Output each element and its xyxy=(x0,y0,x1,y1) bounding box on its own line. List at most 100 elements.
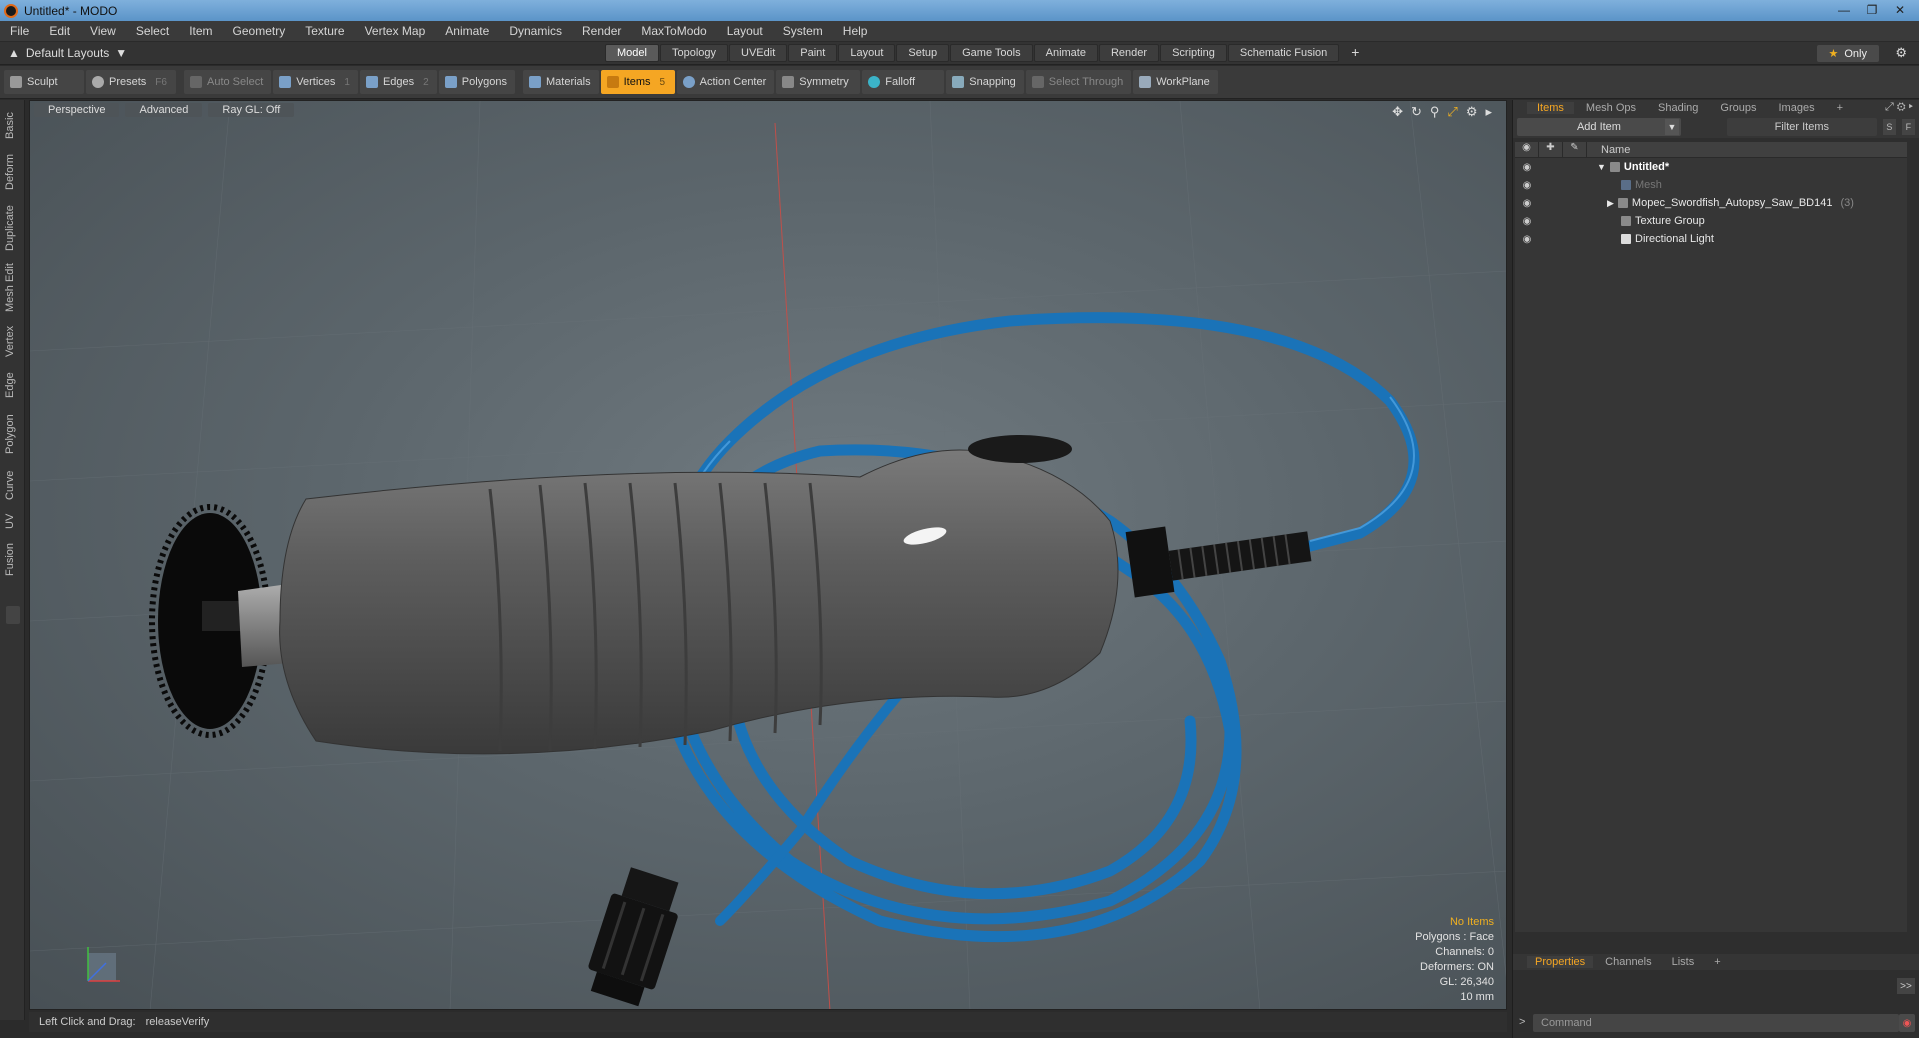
menu-file[interactable]: File xyxy=(0,24,39,38)
tree-row-texture-group[interactable]: ◉ Texture Group xyxy=(1515,212,1907,230)
select-through-button[interactable]: Select Through xyxy=(1025,70,1132,94)
pan-icon[interactable]: ✥ xyxy=(1392,104,1403,120)
layout-select[interactable]: ▲ Default Layouts ▼ xyxy=(8,46,168,60)
menu-item[interactable]: Item xyxy=(179,24,222,38)
tab-game-tools[interactable]: Game Tools xyxy=(950,44,1033,62)
menu-maxtomodo[interactable]: MaxToModo xyxy=(631,24,716,38)
workplane-button[interactable]: WorkPlane xyxy=(1133,70,1218,94)
tree-row-untitled[interactable]: ◉ ▼ Untitled* xyxy=(1515,158,1907,176)
lock-column-icon[interactable]: ✚ xyxy=(1539,141,1563,158)
add-bottom-tab-icon[interactable]: + xyxy=(1706,956,1728,968)
vtab-basic[interactable]: Basic xyxy=(4,106,20,146)
polygons-button[interactable]: Polygons xyxy=(438,70,515,94)
expand-arrow-icon[interactable]: ▼ xyxy=(1597,162,1606,172)
filter-f-button[interactable]: F xyxy=(1901,119,1915,135)
vertices-button[interactable]: Vertices 1 xyxy=(273,70,358,94)
tab-channels[interactable]: Channels xyxy=(1597,956,1659,968)
rotate-icon[interactable]: ↻ xyxy=(1411,104,1422,120)
menu-layout[interactable]: Layout xyxy=(717,24,773,38)
tab-animate[interactable]: Animate xyxy=(1033,44,1098,62)
vtab-fusion[interactable]: Fusion xyxy=(4,536,20,582)
viewport-gear-icon[interactable]: ⚙ xyxy=(1466,104,1478,120)
vtab-uv[interactable]: UV xyxy=(4,508,20,534)
tree-row-mopec[interactable]: ◉ ▶ Mopec_Swordfish_Autopsy_Saw_BD141 (3) xyxy=(1515,194,1907,212)
tab-paint[interactable]: Paint xyxy=(788,44,838,62)
raygl-button[interactable]: Ray GL: Off xyxy=(208,103,295,117)
menu-edit[interactable]: Edit xyxy=(39,24,80,38)
3d-viewport[interactable]: Perspective Advanced Ray GL: Off ✥ ↻ ⚲ ⤢… xyxy=(29,100,1507,1010)
vtab-edge[interactable]: Edge xyxy=(4,366,20,404)
auto-select-button[interactable]: Auto Select xyxy=(184,70,272,94)
symmetry-button[interactable]: Symmetry xyxy=(776,70,861,94)
menu-view[interactable]: View xyxy=(80,24,126,38)
expand-arrow-button[interactable]: >> xyxy=(1897,978,1915,994)
add-panel-tab-icon[interactable]: + xyxy=(1827,102,1853,114)
minimize-icon[interactable]: — xyxy=(1831,1,1857,18)
render-column-icon[interactable]: ✎ xyxy=(1563,141,1587,158)
action-center-button[interactable]: Action Center xyxy=(676,70,775,94)
tree-row-directional-light[interactable]: ◉ Directional Light xyxy=(1515,230,1907,248)
menu-geometry[interactable]: Geometry xyxy=(223,24,296,38)
eye-icon[interactable]: ◉ xyxy=(1515,180,1539,191)
tab-layout[interactable]: Layout xyxy=(838,44,896,62)
close-icon[interactable]: ✕ xyxy=(1887,1,1913,18)
command-input[interactable]: Command xyxy=(1533,1014,1899,1032)
tab-schematic-fusion[interactable]: Schematic Fusion xyxy=(1227,44,1340,62)
falloff-button[interactable]: Falloff xyxy=(862,70,945,94)
expand-arrow-icon[interactable]: ▶ xyxy=(1607,198,1614,209)
strip-toggle-button[interactable] xyxy=(6,606,20,624)
eye-icon[interactable]: ◉ xyxy=(1515,198,1539,209)
maximize-icon[interactable]: ❐ xyxy=(1859,1,1885,18)
tab-setup[interactable]: Setup xyxy=(896,44,950,62)
chevron-down-icon[interactable]: ▼ xyxy=(1664,119,1679,135)
tab-render[interactable]: Render xyxy=(1098,44,1160,62)
vtab-deform[interactable]: Deform xyxy=(4,148,20,196)
tab-items[interactable]: Items xyxy=(1527,102,1574,114)
tab-uvedit[interactable]: UVEdit xyxy=(729,44,788,62)
add-item-button[interactable]: Add Item ▼ xyxy=(1517,118,1681,136)
menu-select[interactable]: Select xyxy=(126,24,179,38)
menu-texture[interactable]: Texture xyxy=(295,24,354,38)
presets-button[interactable]: Presets F6 xyxy=(86,70,176,94)
menu-dynamics[interactable]: Dynamics xyxy=(499,24,572,38)
eye-icon[interactable]: ◉ xyxy=(1515,234,1539,245)
menu-render[interactable]: Render xyxy=(572,24,631,38)
tab-topology[interactable]: Topology xyxy=(659,44,729,62)
sculpt-button[interactable]: Sculpt xyxy=(4,70,84,94)
menu-help[interactable]: Help xyxy=(833,24,878,38)
zoom-icon[interactable]: ⚲ xyxy=(1430,104,1440,120)
eye-icon[interactable]: ◉ xyxy=(1515,216,1539,227)
menu-system[interactable]: System xyxy=(773,24,833,38)
edges-button[interactable]: Edges 2 xyxy=(359,70,437,94)
eye-icon[interactable]: ◉ xyxy=(1515,162,1539,173)
only-button[interactable]: ★ Only xyxy=(1816,45,1879,62)
menu-animate[interactable]: Animate xyxy=(435,24,499,38)
filter-s-button[interactable]: S xyxy=(1882,119,1896,135)
materials-button[interactable]: Materials xyxy=(523,70,599,94)
vtab-mesh-edit[interactable]: Mesh Edit xyxy=(4,260,20,316)
view-mode-button[interactable]: Perspective xyxy=(34,103,120,117)
panel-options-icon[interactable]: ⤢ ⚙ ▸ xyxy=(1885,101,1913,114)
vtab-polygon[interactable]: Polygon xyxy=(4,406,20,462)
vtab-duplicate[interactable]: Duplicate xyxy=(4,198,20,258)
tree-row-mesh[interactable]: ◉ Mesh xyxy=(1515,176,1907,194)
snapping-button[interactable]: Snapping xyxy=(946,70,1024,94)
menu-vertex-map[interactable]: Vertex Map xyxy=(355,24,436,38)
tab-mesh-ops[interactable]: Mesh Ops xyxy=(1576,102,1646,114)
collapse-icon[interactable]: ▲ xyxy=(8,46,20,60)
items-button[interactable]: Items 5 xyxy=(600,70,675,94)
name-column-header[interactable]: Name xyxy=(1587,144,1630,156)
tab-groups[interactable]: Groups xyxy=(1710,102,1766,114)
filter-items-input[interactable]: Filter Items xyxy=(1726,118,1877,136)
tab-model[interactable]: Model xyxy=(605,44,659,62)
tab-images[interactable]: Images xyxy=(1769,102,1825,114)
visibility-column-icon[interactable]: ◉ xyxy=(1515,141,1539,158)
fit-icon[interactable]: ⤢ xyxy=(1447,104,1457,120)
tab-properties[interactable]: Properties xyxy=(1527,956,1594,968)
gear-icon[interactable]: ⚙ xyxy=(1895,45,1907,61)
vtab-vertex[interactable]: Vertex xyxy=(4,318,20,364)
vtab-curve[interactable]: Curve xyxy=(4,464,20,506)
tab-lists[interactable]: Lists xyxy=(1664,956,1703,968)
viewport-menu-icon[interactable]: ▸ xyxy=(1485,104,1492,120)
add-tab-icon[interactable]: + xyxy=(1340,44,1370,62)
